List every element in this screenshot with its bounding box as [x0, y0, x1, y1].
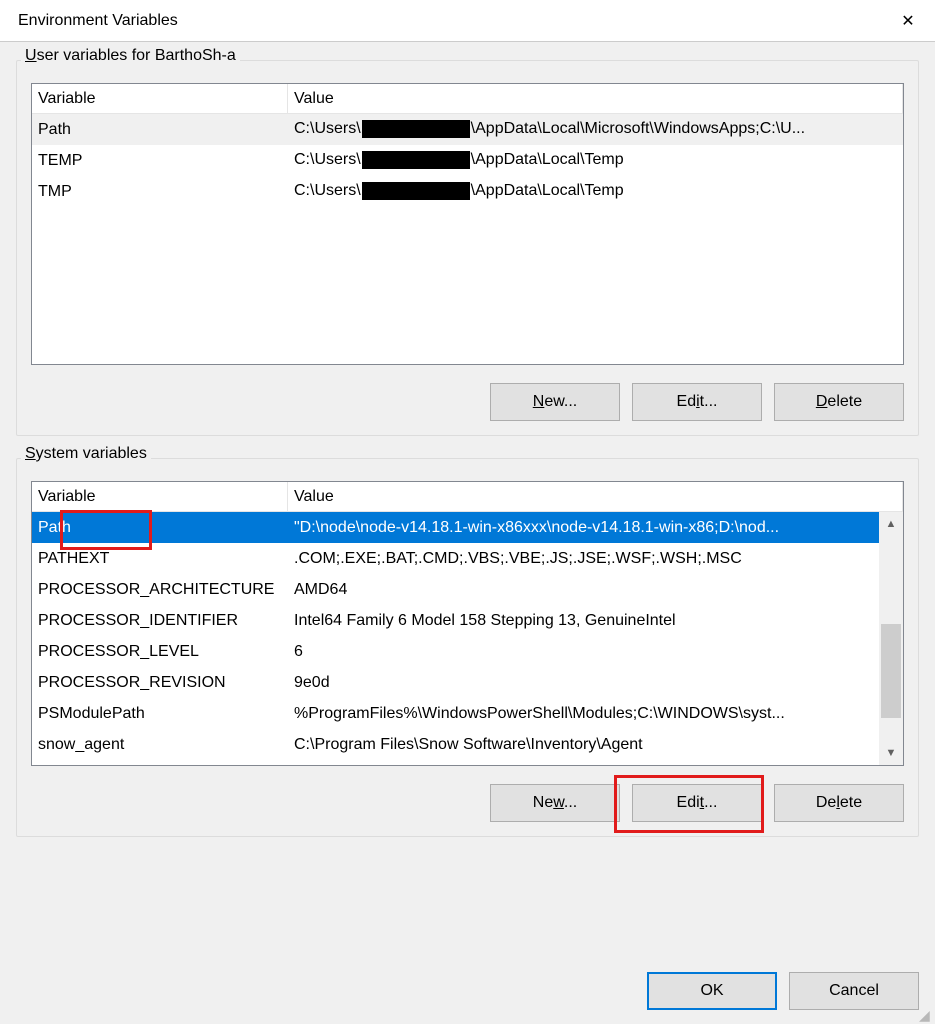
- list-header: Variable Value: [32, 84, 903, 114]
- table-row[interactable]: Path"D:\node\node-v14.18.1-win-x86xxx\no…: [32, 512, 879, 543]
- column-header-value[interactable]: Value: [288, 84, 903, 113]
- user-delete-button[interactable]: Delete: [774, 383, 904, 421]
- cell-value: C:\Users\\AppData\Local\Microsoft\Window…: [288, 120, 903, 138]
- cell-value: 6: [288, 643, 879, 661]
- user-button-row: New... Edit... Delete: [31, 383, 904, 421]
- close-button[interactable]: ✕: [881, 0, 935, 42]
- cancel-button[interactable]: Cancel: [789, 972, 919, 1010]
- cell-value: 9e0d: [288, 674, 879, 692]
- table-row[interactable]: TEMPC:\Users\\AppData\Local\Temp: [32, 145, 903, 176]
- cell-value: "D:\node\node-v14.18.1-win-x86xxx\node-v…: [288, 519, 879, 537]
- system-variables-group: System variables Variable Value Path"D:\…: [16, 458, 919, 837]
- cell-value: C:\Users\\AppData\Local\Temp: [288, 182, 903, 200]
- cell-variable: Path: [32, 121, 288, 139]
- table-row[interactable]: PROCESSOR_LEVEL6: [32, 636, 879, 667]
- system-delete-button[interactable]: Delete: [774, 784, 904, 822]
- table-row[interactable]: TMPC:\Users\\AppData\Local\Temp: [32, 176, 903, 207]
- user-variables-label: User variables for BarthoSh-a: [21, 47, 240, 65]
- cell-variable: PROCESSOR_REVISION: [32, 674, 288, 692]
- list-body: Path"D:\node\node-v14.18.1-win-x86xxx\no…: [32, 512, 903, 760]
- cell-variable: PSModulePath: [32, 705, 288, 723]
- cell-value: C:\Users\\AppData\Local\Temp: [288, 151, 903, 169]
- table-row[interactable]: snow_agentC:\Program Files\Snow Software…: [32, 729, 879, 760]
- system-new-button[interactable]: New...: [490, 784, 620, 822]
- resize-grip-icon: ◢: [919, 1008, 933, 1022]
- table-row[interactable]: PathC:\Users\\AppData\Local\Microsoft\Wi…: [32, 114, 903, 145]
- table-row[interactable]: PATHEXT.COM;.EXE;.BAT;.CMD;.VBS;.VBE;.JS…: [32, 543, 879, 574]
- user-variables-list[interactable]: Variable Value PathC:\Users\\AppData\Loc…: [31, 83, 904, 365]
- table-row[interactable]: PROCESSOR_REVISION9e0d: [32, 667, 879, 698]
- system-variables-label: System variables: [21, 445, 151, 463]
- ok-button[interactable]: OK: [647, 972, 777, 1010]
- cell-variable: PROCESSOR_IDENTIFIER: [32, 612, 288, 630]
- cell-variable: snow_agent: [32, 736, 288, 754]
- redacted-text: [362, 120, 470, 138]
- scroll-up-icon[interactable]: ▲: [879, 512, 903, 536]
- redacted-text: [362, 182, 470, 200]
- cell-value: C:\Program Files\Snow Software\Inventory…: [288, 736, 879, 754]
- cell-variable: TEMP: [32, 152, 288, 170]
- scroll-thumb[interactable]: [881, 624, 901, 718]
- column-header-variable[interactable]: Variable: [32, 482, 288, 511]
- cell-value: %ProgramFiles%\WindowsPowerShell\Modules…: [288, 705, 879, 723]
- table-row[interactable]: PROCESSOR_ARCHITECTUREAMD64: [32, 574, 879, 605]
- cell-value: AMD64: [288, 581, 879, 599]
- user-variables-group: User variables for BarthoSh-a Variable V…: [16, 60, 919, 436]
- redacted-text: [362, 151, 470, 169]
- titlebar: Environment Variables ✕: [0, 0, 935, 42]
- system-edit-button[interactable]: Edit...: [632, 784, 762, 822]
- cell-variable: TMP: [32, 183, 288, 201]
- list-header: Variable Value: [32, 482, 903, 512]
- environment-variables-dialog: Environment Variables ✕ User variables f…: [0, 0, 935, 1024]
- cell-variable: PROCESSOR_ARCHITECTURE: [32, 581, 288, 599]
- cell-variable: Path: [32, 519, 288, 537]
- column-header-value[interactable]: Value: [288, 482, 903, 511]
- table-row[interactable]: PSModulePath%ProgramFiles%\WindowsPowerS…: [32, 698, 879, 729]
- user-edit-button[interactable]: Edit...: [632, 383, 762, 421]
- client-area: User variables for BarthoSh-a Variable V…: [0, 42, 935, 964]
- table-row[interactable]: PROCESSOR_IDENTIFIERIntel64 Family 6 Mod…: [32, 605, 879, 636]
- close-icon: ✕: [901, 11, 914, 31]
- system-button-row: New... Edit... Delete: [31, 784, 904, 822]
- column-header-variable[interactable]: Variable: [32, 84, 288, 113]
- cell-value: .COM;.EXE;.BAT;.CMD;.VBS;.VBE;.JS;.JSE;.…: [288, 550, 879, 568]
- dialog-footer: OK Cancel ◢: [0, 964, 935, 1024]
- system-variables-list[interactable]: Variable Value Path"D:\node\node-v14.18.…: [31, 481, 904, 766]
- scroll-down-icon[interactable]: ▼: [879, 741, 903, 765]
- cell-variable: PROCESSOR_LEVEL: [32, 643, 288, 661]
- cell-variable: PATHEXT: [32, 550, 288, 568]
- window-title: Environment Variables: [18, 12, 178, 30]
- cell-value: Intel64 Family 6 Model 158 Stepping 13, …: [288, 612, 879, 630]
- list-body: PathC:\Users\\AppData\Local\Microsoft\Wi…: [32, 114, 903, 207]
- scrollbar[interactable]: ▲ ▼: [879, 512, 903, 765]
- user-new-button[interactable]: New...: [490, 383, 620, 421]
